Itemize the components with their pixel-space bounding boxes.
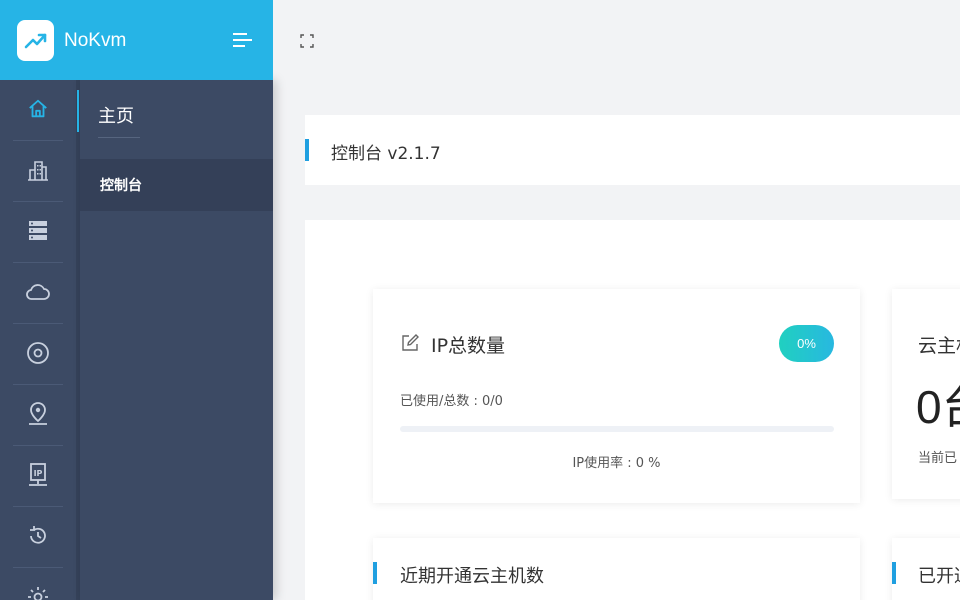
- opened-card-title: 已开通: [918, 566, 960, 587]
- home-icon: [27, 98, 49, 124]
- rail-item-building[interactable]: [0, 141, 76, 202]
- submenu-title-indicator: [77, 90, 79, 132]
- vm-count-card: 云主机 0台 当前已: [892, 289, 960, 499]
- ip-progress-track: [400, 426, 834, 432]
- submenu-title-underline: [98, 137, 140, 138]
- ip-icon: IP: [26, 462, 50, 492]
- app-root: NoKvm IP 主页 控制台 控制台 v2.1.7 IP总数量 0% 已使用/…: [0, 0, 960, 600]
- submenu-item-label: 控制台: [100, 178, 142, 194]
- fullscreen-icon[interactable]: [300, 33, 314, 48]
- page-title-card: 控制台 v2.1.7: [305, 115, 960, 185]
- submenu-item-dashboard[interactable]: 控制台: [80, 159, 273, 211]
- opened-card-accent-bar: [892, 562, 896, 584]
- brand-name: NoKvm: [64, 30, 127, 51]
- ip-count-card: IP总数量 0% 已使用/总数 : 0/0 IP使用率 : 0 %: [373, 289, 860, 503]
- vm-card-title: 云主机: [918, 335, 960, 357]
- brand-bar: NoKvm: [0, 0, 273, 80]
- page-title: 控制台 v2.1.7: [331, 144, 441, 164]
- svg-text:IP: IP: [34, 469, 43, 478]
- opened-vm-card: 已开通: [892, 538, 960, 600]
- gear-icon: [26, 585, 50, 600]
- rail-item-restore[interactable]: [0, 507, 76, 568]
- rail-item-home[interactable]: [0, 80, 76, 141]
- trend-logo-icon[interactable]: [17, 20, 54, 61]
- server-icon: [27, 219, 49, 247]
- submenu-panel: 主页 控制台: [77, 80, 273, 600]
- icon-rail: IP: [0, 80, 76, 600]
- rail-item-location[interactable]: [0, 385, 76, 446]
- location-pin-icon: [26, 401, 50, 431]
- rail-item-ip[interactable]: IP: [0, 446, 76, 507]
- recent-card-title: 近期开通云主机数: [400, 566, 544, 587]
- edit-icon: [400, 333, 420, 353]
- restore-icon: [26, 524, 50, 552]
- ip-card-title: IP总数量: [431, 335, 506, 357]
- rail-item-settings[interactable]: [0, 568, 76, 600]
- recent-vm-card: 近期开通云主机数: [373, 538, 860, 600]
- cloud-icon: [25, 281, 51, 307]
- vm-card-value: 0台: [916, 381, 960, 433]
- recent-card-accent-bar: [373, 562, 377, 584]
- vm-card-subtext: 当前已: [918, 451, 958, 466]
- ip-percent-badge: 0%: [779, 325, 834, 362]
- rail-item-cloud[interactable]: [0, 263, 76, 324]
- rail-item-disc[interactable]: [0, 324, 76, 385]
- ip-usage-text: 已使用/总数 : 0/0: [400, 394, 503, 409]
- building-icon: [26, 158, 50, 186]
- rail-item-server[interactable]: [0, 202, 76, 263]
- title-accent-bar: [305, 139, 309, 161]
- disc-icon: [26, 341, 50, 369]
- ip-rate-text: IP使用率 : 0 %: [572, 456, 661, 471]
- submenu-title: 主页: [98, 106, 134, 127]
- menu-toggle-icon[interactable]: [233, 31, 253, 49]
